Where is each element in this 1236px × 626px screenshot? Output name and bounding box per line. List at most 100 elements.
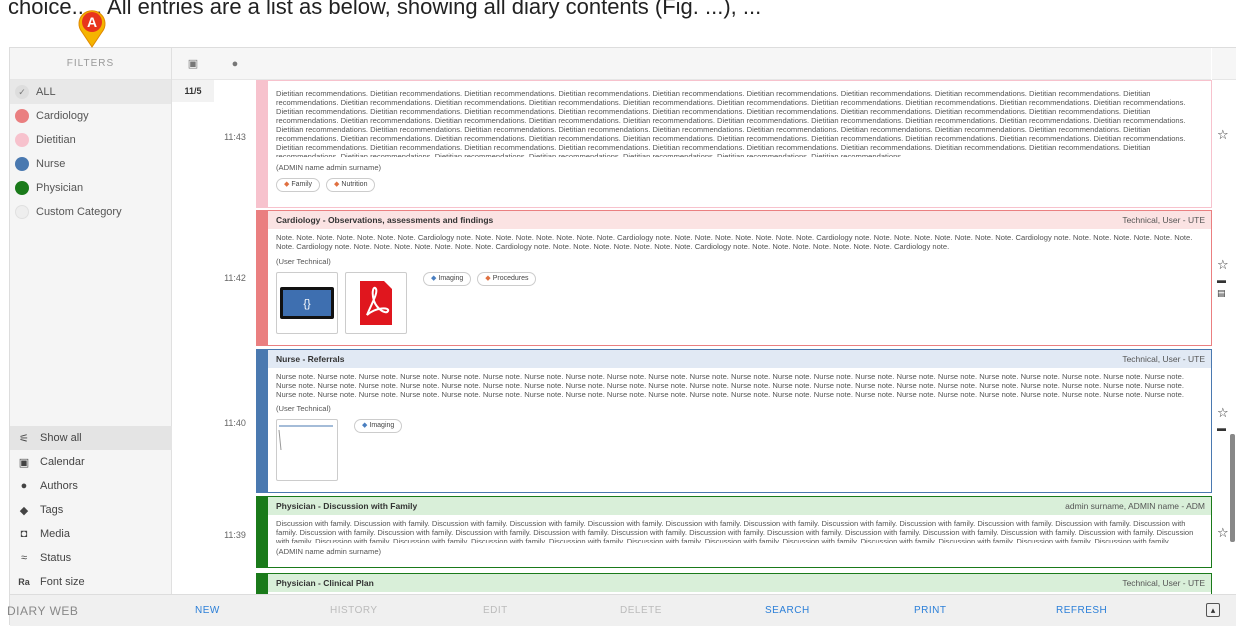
document-thumbnail[interactable]	[276, 419, 338, 481]
filter-label: Media	[40, 528, 70, 540]
delete-button[interactable]: DELETE	[620, 605, 662, 616]
entry-signer: Technical, User - UTE	[1122, 578, 1205, 588]
entry-title-bar: Physician - Clinical Plan Technical, Use…	[268, 574, 1211, 592]
entry-title: Cardiology - Observations, assessments a…	[276, 215, 494, 225]
image-icon[interactable]: ▬	[1217, 422, 1226, 435]
entry-author: (User Technical)	[276, 257, 331, 266]
entry-body: Discussion with family. Discussion with …	[276, 519, 1194, 543]
image-thumbnail[interactable]: {}	[276, 272, 338, 334]
tag-chip[interactable]: ◆ Procedures	[477, 272, 537, 286]
file-icon[interactable]: ▤	[1217, 287, 1226, 300]
category-custom[interactable]: Custom Category	[10, 200, 171, 224]
tag-chip[interactable]: ◆ Nutrition	[326, 178, 376, 192]
tag-chip[interactable]: ◆ Family	[276, 178, 321, 192]
font-size-icon: Ra	[18, 577, 30, 587]
diary-entry-nurse[interactable]: Nurse - Referrals Technical, User - UTE …	[256, 349, 1212, 493]
category-cardiology[interactable]: Cardiology	[10, 104, 171, 128]
tag-chip[interactable]: ◆ Imaging	[354, 419, 403, 433]
filter-label: Authors	[40, 480, 78, 492]
tablet-image-icon: {}	[280, 287, 334, 319]
diary-entry-physician[interactable]: Physician - Discussion with Family admin…	[256, 496, 1212, 568]
refresh-button[interactable]: REFRESH	[1056, 605, 1107, 616]
time-column: ▣ ● 11/5 11:43 11:42 11:40 11:39	[172, 48, 256, 594]
pdf-thumbnail[interactable]	[345, 272, 407, 334]
diary-entry-cardiology[interactable]: Cardiology - Observations, assessments a…	[256, 210, 1212, 346]
edit-button[interactable]: EDIT	[483, 605, 508, 616]
filter-show-all[interactable]: ⚟ Show all	[10, 426, 172, 450]
category-label: Cardiology	[36, 110, 89, 122]
calendar-icon[interactable]: ▣	[172, 57, 214, 70]
actions-header	[1212, 48, 1236, 80]
scrollbar-thumb[interactable]	[1230, 434, 1235, 542]
document-preview-icon	[278, 425, 333, 451]
callout-marker-a: A	[78, 10, 106, 48]
star-icon[interactable]: ☆	[1217, 128, 1229, 141]
entry-body: Nurse note. Nurse note. Nurse note. Nurs…	[276, 372, 1184, 398]
new-button[interactable]: NEW	[195, 605, 220, 616]
entry-author: (ADMIN name admin surname)	[276, 547, 382, 556]
filter-label: Status	[40, 552, 72, 564]
filter-tags[interactable]: ◆ Tags	[10, 498, 172, 522]
tag-list: ◆ Family ◆ Nutrition	[268, 172, 1211, 192]
entry-body: Dietitian recommendations. Dietitian rec…	[276, 89, 1186, 157]
filters-header: FILTERS	[10, 48, 171, 80]
entry-signer: admin surname, ADMIN name - ADM	[1065, 501, 1205, 511]
category-nurse[interactable]: Nurse	[10, 152, 171, 176]
color-dot-icon	[15, 133, 29, 147]
star-icon[interactable]: ☆	[1217, 526, 1229, 539]
category-label: Nurse	[36, 158, 66, 170]
diary-entry-dietitian[interactable]: Dietitian recommendations. Dietitian rec…	[256, 80, 1212, 208]
entry-signer: Technical, User - UTE	[1122, 215, 1205, 225]
entry-title: Physician - Clinical Plan	[276, 578, 374, 588]
diary-app: A FILTERS ✓ ALL Cardiology Dietitian Nur…	[7, 10, 1236, 626]
print-button[interactable]: PRINT	[914, 605, 947, 616]
entry-title-bar: Physician - Discussion with Family admin…	[268, 497, 1211, 515]
category-dietitian[interactable]: Dietitian	[10, 128, 171, 152]
entry-signer: Technical, User - UTE	[1122, 354, 1205, 364]
tag-list: ◆ Imaging	[346, 419, 410, 481]
clock-icon[interactable]: ●	[214, 58, 256, 70]
calendar-icon: ▣	[18, 456, 30, 469]
status-icon: ≈	[20, 552, 28, 564]
entry-title-bar: Cardiology - Observations, assessments a…	[268, 211, 1211, 229]
filter-calendar[interactable]: ▣ Calendar	[10, 450, 172, 474]
tag-chip[interactable]: ◆ Imaging	[423, 272, 472, 286]
category-label: Custom Category	[36, 206, 122, 218]
diary-entry-physician-plan[interactable]: Physician - Clinical Plan Technical, Use…	[256, 573, 1212, 594]
category-all[interactable]: ✓ ALL	[10, 80, 171, 104]
star-icon[interactable]: ☆	[1217, 258, 1229, 271]
media-icon: ◘	[20, 528, 28, 540]
pdf-icon	[360, 281, 392, 325]
color-dot-icon	[15, 109, 29, 123]
color-dot-icon	[15, 157, 29, 171]
category-label: Dietitian	[36, 134, 76, 146]
page-caption: choice... . All entries are a list as be…	[8, 0, 762, 19]
filter-menu: ⚟ Show all ▣ Calendar ● Authors ◆ Tags ◘…	[10, 426, 172, 594]
entries-header	[256, 48, 1211, 80]
entry-title-bar: Nurse - Referrals Technical, User - UTE	[268, 350, 1211, 368]
date-cell: 11/5	[172, 80, 214, 102]
entry-author: (User Technical)	[276, 404, 331, 413]
star-icon[interactable]: ☆	[1217, 406, 1229, 419]
marker-label: A	[87, 14, 97, 30]
filter-font-size[interactable]: Ra Font size	[10, 570, 172, 594]
filter-media[interactable]: ◘ Media	[10, 522, 172, 546]
filter-authors[interactable]: ● Authors	[10, 474, 172, 498]
collapse-icon[interactable]: ▴	[1206, 603, 1220, 617]
check-icon: ✓	[15, 85, 29, 99]
filter-label: Tags	[40, 504, 64, 516]
image-icon[interactable]: ▬	[1217, 274, 1226, 287]
history-button[interactable]: HISTORY	[330, 605, 378, 616]
search-button[interactable]: SEARCH	[765, 605, 810, 616]
bottom-toolbar: DIARY WEB NEW HISTORY EDIT DELETE SEARCH…	[7, 594, 1236, 626]
thumbnails: {}	[268, 272, 415, 334]
entry-time: 11:43	[224, 132, 246, 142]
category-physician[interactable]: Physician	[10, 176, 171, 200]
filter-label: Font size	[40, 576, 85, 588]
filter-status[interactable]: ≈ Status	[10, 546, 172, 570]
thumbnails	[268, 419, 346, 481]
person-icon: ●	[20, 480, 28, 492]
svg-text:{}: {}	[303, 298, 311, 310]
entry-time: 11:40	[224, 418, 246, 428]
entry-title: Physician - Discussion with Family	[276, 501, 418, 511]
